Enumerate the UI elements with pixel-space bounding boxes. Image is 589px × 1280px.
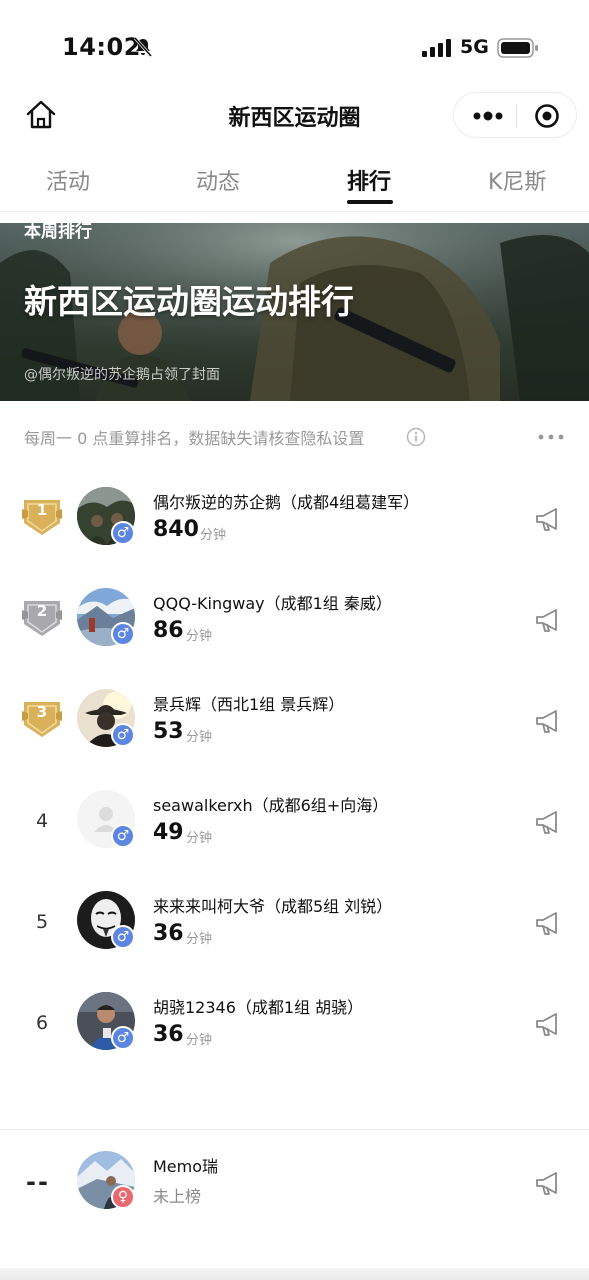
ranking-row[interactable]: 2 ♂ QQQ-Kingway（成都1组 秦威） 86 分钟 bbox=[0, 588, 589, 688]
score-value: 53 bbox=[153, 719, 184, 744]
male-gender-icon: ♂ bbox=[111, 824, 135, 848]
cheer-megaphone-icon[interactable] bbox=[534, 808, 562, 836]
cheer-megaphone-icon[interactable] bbox=[534, 505, 562, 533]
ranking-row[interactable]: 3 ♂ 景兵辉（西北1组 景兵辉） 53 分钟 bbox=[0, 689, 589, 789]
user-name: Memo瑞 bbox=[153, 1157, 219, 1176]
more-options-icon[interactable] bbox=[472, 108, 504, 124]
bottom-safe-area bbox=[0, 1268, 589, 1280]
mini-program-capsule bbox=[453, 92, 577, 138]
score-unit: 分钟 bbox=[186, 629, 213, 644]
cheer-megaphone-icon[interactable] bbox=[534, 707, 562, 735]
score-value: 49 bbox=[153, 820, 184, 845]
male-gender-icon: ♂ bbox=[111, 521, 135, 545]
tab-knis[interactable]: K尼斯 bbox=[488, 164, 546, 196]
male-gender-icon: ♂ bbox=[111, 723, 135, 747]
rank-number: 1 bbox=[36, 501, 48, 519]
status-bar: 14:02 5G bbox=[0, 0, 589, 92]
battery-icon bbox=[497, 38, 538, 58]
cheer-megaphone-icon[interactable] bbox=[534, 1169, 562, 1197]
score-unit: 分钟 bbox=[186, 932, 213, 947]
user-name: seawalkerxh（成都6组+向海） bbox=[153, 796, 389, 815]
cheer-megaphone-icon[interactable] bbox=[534, 1010, 562, 1038]
active-tab-indicator bbox=[347, 200, 393, 204]
score-value: 36 bbox=[153, 921, 184, 946]
user-name: 景兵辉（西北1组 景兵辉） bbox=[153, 695, 345, 714]
rank-number: 2 bbox=[36, 602, 48, 620]
score-unit: 分钟 bbox=[200, 528, 227, 543]
user-name: 胡骁12346（成都1组 胡骁） bbox=[153, 998, 364, 1017]
ranking-row[interactable]: 4 ♂ seawalkerxh（成都6组+向海） 49 分钟 bbox=[0, 790, 589, 890]
nav-bar: 新西区运动圈 bbox=[0, 92, 589, 140]
score-value: 36 bbox=[153, 1022, 184, 1047]
ranking-rule-text: 每周一 0 点重算排名，数据缺失请核查隐私设置 bbox=[24, 429, 365, 448]
close-miniprogram-icon[interactable] bbox=[534, 103, 560, 129]
status-time: 14:02 bbox=[62, 33, 141, 61]
rank-number: 6 bbox=[35, 1012, 49, 1034]
ranking-row[interactable]: 1 ♂ 偶尔叛逆的苏企鹅（成都4组葛建军） 840 分钟 bbox=[0, 487, 589, 587]
user-name: 来来来叫柯大爷（成都5组 刘锐） bbox=[153, 897, 393, 916]
user-name: QQQ-Kingway（成都1组 秦威） bbox=[153, 594, 392, 613]
rank-number: 4 bbox=[35, 810, 49, 832]
score-unit: 分钟 bbox=[186, 1033, 213, 1048]
rank-number: 3 bbox=[36, 703, 48, 721]
score-unit: 分钟 bbox=[186, 730, 213, 745]
ranking-row[interactable]: 5 ♂ 来来来叫柯大爷（成都5组 刘锐） 36 分钟 bbox=[0, 891, 589, 991]
network-type: 5G bbox=[460, 36, 489, 58]
ranking-banner[interactable]: 本周排行 新西区运动圈运动排行 @偶尔叛逆的苏企鹅占领了封面 bbox=[0, 223, 589, 401]
ranking-row[interactable]: 6 ♂ 胡骁12346（成都1组 胡骁） 36 分钟 bbox=[0, 992, 589, 1092]
cheer-megaphone-icon[interactable] bbox=[534, 909, 562, 937]
tab-bar: 活动 动态 排行 K尼斯 bbox=[0, 156, 589, 212]
female-gender-icon: ♀ bbox=[111, 1185, 135, 1209]
male-gender-icon: ♂ bbox=[111, 622, 135, 646]
score-value: 840 bbox=[153, 517, 199, 542]
tab-ranking[interactable]: 排行 bbox=[347, 164, 391, 196]
cheer-megaphone-icon[interactable] bbox=[534, 606, 562, 634]
male-gender-icon: ♂ bbox=[111, 1026, 135, 1050]
user-name: 偶尔叛逆的苏企鹅（成都4组葛建军） bbox=[153, 493, 420, 512]
self-row-divider bbox=[0, 1129, 589, 1130]
more-icon[interactable] bbox=[538, 434, 564, 440]
bell-muted-icon bbox=[133, 37, 153, 57]
male-gender-icon: ♂ bbox=[111, 925, 135, 949]
self-ranking-row[interactable]: ♀ Memo瑞 bbox=[0, 1151, 589, 1251]
rank-number: 5 bbox=[35, 911, 49, 933]
self-rank-status: 未上榜 bbox=[153, 1187, 202, 1206]
tab-activities[interactable]: 活动 bbox=[46, 164, 90, 196]
banner-title: 新西区运动圈运动排行 bbox=[24, 282, 354, 321]
capsule-divider bbox=[516, 104, 517, 128]
score-value: 86 bbox=[153, 618, 184, 643]
cellular-signal-icon bbox=[422, 39, 451, 57]
banner-cover-credit: @偶尔叛逆的苏企鹅占领了封面 bbox=[24, 367, 220, 383]
score-unit: 分钟 bbox=[186, 831, 213, 846]
info-icon[interactable] bbox=[406, 427, 426, 447]
tab-feed[interactable]: 动态 bbox=[196, 164, 240, 196]
banner-tag: 本周排行 bbox=[24, 223, 92, 242]
